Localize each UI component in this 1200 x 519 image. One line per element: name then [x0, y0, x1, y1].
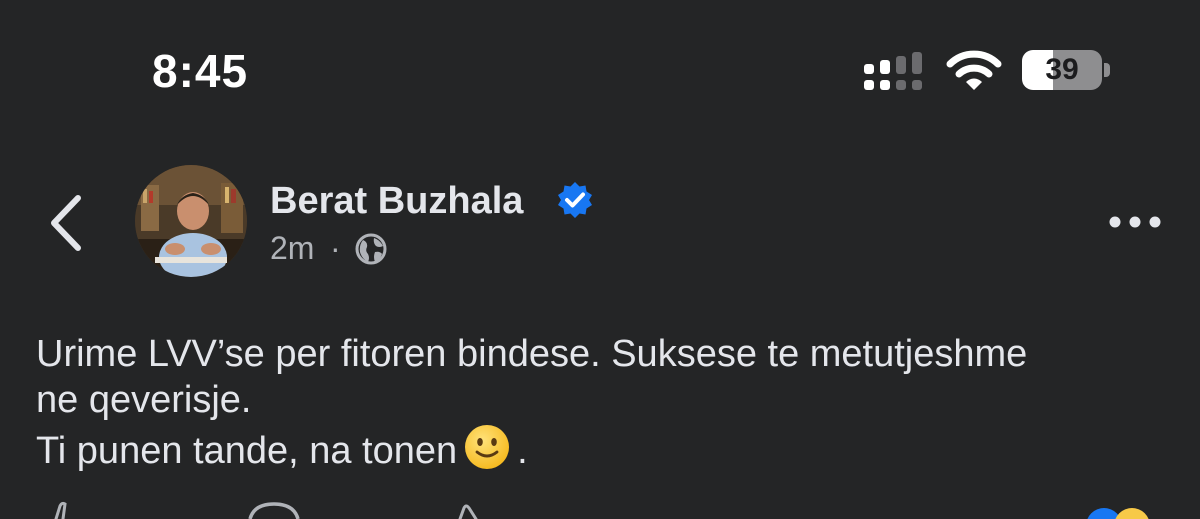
battery-icon: 39	[1022, 50, 1102, 90]
chevron-left-icon[interactable]	[44, 192, 86, 254]
status-time: 8:45	[152, 45, 249, 97]
like-icon[interactable]	[48, 500, 78, 519]
share-icon[interactable]	[452, 500, 482, 519]
post-line-2: ne qeverisje.	[36, 379, 252, 421]
globe-icon	[355, 233, 387, 265]
post-line-3-text: Ti punen tande, na tonen	[36, 430, 458, 472]
verified-badge-icon	[558, 182, 592, 218]
post-text: Urime LVV’se per fitoren bindese. Sukses…	[36, 331, 1176, 474]
battery-cap	[1104, 63, 1110, 77]
post-line-3-punct: .	[517, 430, 528, 472]
comment-icon[interactable]	[246, 500, 302, 519]
wifi-icon	[946, 50, 1002, 90]
post-line-1: Urime LVV’se per fitoren bindese. Sukses…	[36, 333, 1028, 375]
avatar-image	[135, 165, 247, 277]
author-name[interactable]: Berat Buzhala	[270, 180, 523, 223]
more-options-icon[interactable]	[1108, 210, 1162, 234]
post-line-3: Ti punen tande, na tonen .	[36, 423, 1176, 474]
cellular-signal-icon	[864, 52, 922, 90]
post-time: 2m	[270, 230, 315, 266]
battery-level: 39	[1045, 53, 1079, 86]
reaction-icons[interactable]	[1082, 500, 1162, 519]
smiley-emoji-icon	[465, 425, 510, 469]
meta-separator: ·	[330, 230, 341, 266]
avatar[interactable]	[135, 165, 247, 277]
post-screen: 8:45 39 Berat Buzhala 2m · Urime LVV’se …	[0, 0, 1200, 519]
